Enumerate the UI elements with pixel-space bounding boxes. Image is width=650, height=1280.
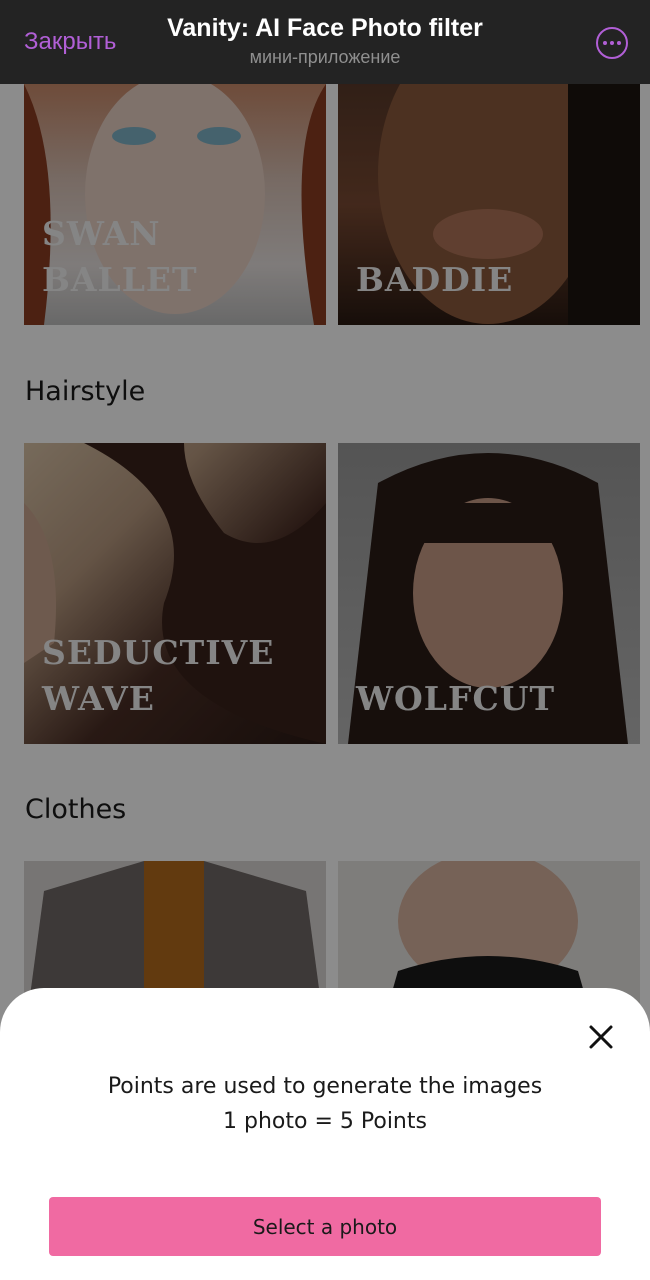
app-title: Vanity: AI Face Photo filter [167,14,483,42]
points-info-text: Points are used to generate the images [107,1074,543,1099]
app-subtitle: мини-приложение [249,47,401,67]
select-photo-button[interactable]: Select a photo [49,1197,601,1256]
more-options-icon[interactable] [596,27,628,59]
close-icon[interactable] [588,1024,614,1050]
points-cost-text: 1 photo = 5 Points [223,1109,427,1134]
points-info-sheet: Points are used to generate the images 1… [0,988,650,1280]
mini-app-header: Закрыть Vanity: AI Face Photo filter мин… [0,0,650,84]
